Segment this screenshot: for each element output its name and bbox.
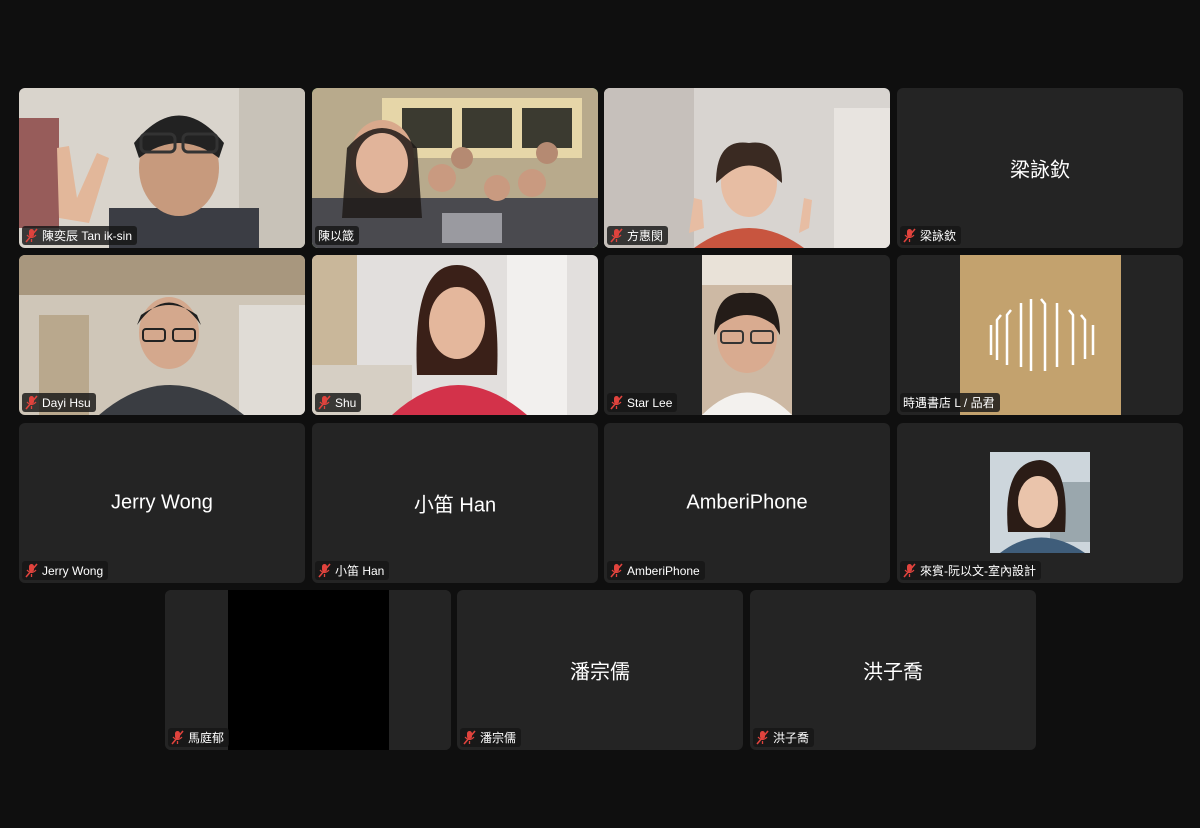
- mic-muted-icon: [610, 563, 623, 578]
- participant-name: 梁詠欽: [920, 229, 957, 243]
- profile-avatar: [990, 452, 1090, 553]
- mic-muted-icon: [25, 395, 38, 410]
- participant-name-tag: 小笛 Han: [315, 561, 390, 580]
- participant-video: [312, 255, 598, 415]
- participant-tile[interactable]: 梁詠欽 梁詠欽: [897, 88, 1183, 248]
- mic-muted-icon: [318, 563, 331, 578]
- participant-display-name: 洪子喬: [863, 661, 923, 684]
- participant-tile-active-speaker[interactable]: 陳以箴: [312, 88, 598, 248]
- participant-tile[interactable]: 洪子喬 洪子喬: [750, 590, 1036, 750]
- participant-video: [312, 88, 598, 248]
- participant-tile[interactable]: Shu: [312, 255, 598, 415]
- participant-name: 馬庭郁: [188, 731, 225, 745]
- participant-name-tag: 陳奕辰 Tan ik-sin: [22, 226, 138, 245]
- participant-video: [604, 88, 890, 248]
- participant-display-name: 梁詠欽: [1010, 159, 1070, 182]
- participant-tile[interactable]: 來賓-阮以文-室內設計: [897, 423, 1183, 583]
- participant-name: 陳奕辰 Tan ik-sin: [42, 229, 133, 243]
- participant-name-tag: Jerry Wong: [22, 561, 109, 580]
- participant-name-tag: 來賓-阮以文-室內設計: [900, 561, 1041, 580]
- participant-name-tag: 陳以箴: [315, 226, 360, 245]
- participant-name: Jerry Wong: [42, 563, 104, 578]
- mic-muted-icon: [756, 730, 769, 745]
- mic-muted-icon: [25, 563, 38, 578]
- participant-name: AmberiPhone: [627, 563, 700, 578]
- participant-name: Star Lee: [627, 395, 673, 410]
- participant-name-tag: Star Lee: [607, 393, 678, 412]
- mic-muted-icon: [610, 228, 623, 243]
- participant-name-tag: AmberiPhone: [607, 561, 705, 580]
- participant-name: 方惠閔: [627, 229, 664, 243]
- participant-name: 洪子喬: [773, 731, 810, 745]
- participant-display-name: 小笛 Han: [413, 494, 497, 517]
- participant-name-tag: 馬庭郁: [168, 728, 230, 747]
- participant-tile[interactable]: Dayi Hsu: [19, 255, 305, 415]
- participant-name: Dayi Hsu: [42, 395, 91, 410]
- participant-display-name: 潘宗儒: [570, 661, 630, 684]
- participant-tile[interactable]: Star Lee: [604, 255, 890, 415]
- participant-tile[interactable]: 小笛 Han 小笛 Han: [312, 423, 598, 583]
- mic-muted-icon: [903, 563, 916, 578]
- participant-tile[interactable]: 陳奕辰 Tan ik-sin: [19, 88, 305, 248]
- participant-name: 時遇書店 L / 品君: [903, 396, 995, 410]
- participant-name-tag: 潘宗儒: [460, 728, 522, 747]
- participant-name: 小笛 Han: [335, 564, 385, 578]
- participant-name: 陳以箴: [318, 229, 355, 243]
- mic-muted-icon: [463, 730, 476, 745]
- participant-video: [165, 590, 451, 750]
- participant-tile[interactable]: 時遇書店 L / 品君: [897, 255, 1183, 415]
- participant-display-name: Jerry Wong: [111, 491, 213, 514]
- participant-display-name: AmberiPhone: [686, 491, 808, 514]
- participant-tile[interactable]: 潘宗儒 潘宗儒: [457, 590, 743, 750]
- participant-name-tag: Shu: [315, 393, 362, 412]
- participant-tile[interactable]: Jerry Wong Jerry Wong: [19, 423, 305, 583]
- participant-name: Shu: [335, 395, 357, 410]
- mic-muted-icon: [318, 395, 331, 410]
- participant-name-tag: 方惠閔: [607, 226, 669, 245]
- participant-name: 潘宗儒: [480, 731, 517, 745]
- participant-name-tag: 時遇書店 L / 品君: [900, 393, 1000, 412]
- participant-name-tag: 洪子喬: [753, 728, 815, 747]
- participant-tile[interactable]: AmberiPhone AmberiPhone: [604, 423, 890, 583]
- participant-name-tag: Dayi Hsu: [22, 393, 96, 412]
- participant-video: [604, 255, 890, 415]
- participant-video: [19, 88, 305, 248]
- participant-tile[interactable]: 方惠閔: [604, 88, 890, 248]
- participant-video-logo: [897, 255, 1183, 415]
- mic-muted-icon: [610, 395, 623, 410]
- participant-tile[interactable]: 馬庭郁: [165, 590, 451, 750]
- mic-muted-icon: [171, 730, 184, 745]
- mic-muted-icon: [25, 228, 38, 243]
- mic-muted-icon: [903, 228, 916, 243]
- participant-video: [19, 255, 305, 415]
- participant-name-tag: 梁詠欽: [900, 226, 962, 245]
- participant-name: 來賓-阮以文-室內設計: [920, 564, 1036, 578]
